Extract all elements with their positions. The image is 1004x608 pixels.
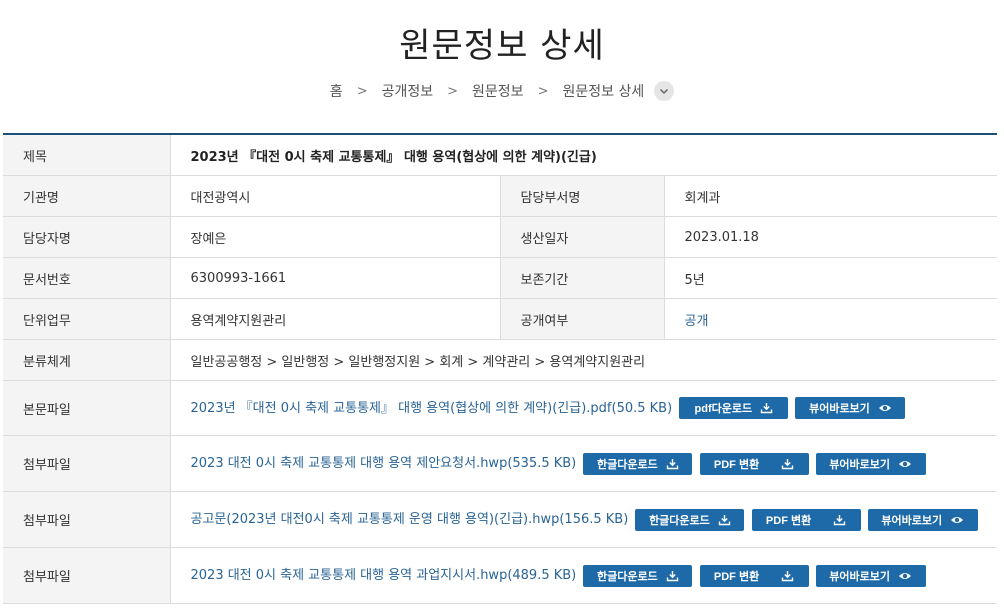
breadcrumb-separator: > (356, 83, 368, 99)
pdf-convert-label: PDF 변환 (713, 458, 760, 471)
viewer-button[interactable]: 뷰어바로보기 (815, 452, 926, 475)
download-icon (760, 402, 773, 414)
viewer-label: 뷰어바로보기 (829, 458, 891, 471)
body-file-link[interactable]: 2023년 『대전 0시 축제 교통통제』 대행 용역(협상에 의한 계약)(긴… (191, 401, 673, 416)
attachment-cell: 2023 대전 0시 축제 교통통제 대행 용역 제안요청서.hwp(535.5… (169, 435, 998, 492)
hwp-download-label: 한글다운로드 (649, 514, 710, 527)
page-title: 원문정보 상세 (399, 26, 605, 66)
body-file-cell: 2023년 『대전 0시 축제 교통통제』 대행 용역(협상에 의한 계약)(긴… (169, 380, 998, 436)
viewer-label: 뷰어바로보기 (881, 514, 943, 527)
breadcrumb-public-info[interactable]: 공개정보 (382, 81, 434, 101)
pdf-convert-button[interactable]: PDF 변환 (751, 508, 861, 531)
breadcrumb-current: 원문정보 상세 (562, 84, 645, 100)
attachment-link[interactable]: 공고문(2023년 대전0시 축제 교통통제 운영 대행 용역)(긴급).hwp… (191, 512, 629, 527)
download-icon (833, 514, 846, 526)
attachment-link[interactable]: 2023 대전 0시 축제 교통통제 대행 용역 제안요청서.hwp(535.5… (191, 456, 577, 471)
viewer-label: 뷰어바로보기 (809, 403, 870, 416)
table-row: 첨부파일 2023 대전 0시 축제 교통통제 대행 용역 과업지시서.hwp(… (3, 547, 998, 604)
org-value: 대전광역시 (169, 175, 500, 217)
disclosure-value: 공개 (663, 298, 998, 340)
hwp-download-button[interactable]: 한글다운로드 (583, 452, 693, 475)
table-row: 첨부파일 공고문(2023년 대전0시 축제 교통통제 운영 대행 용역)(긴급… (3, 491, 998, 548)
download-icon (666, 458, 679, 470)
retention-value: 5년 (663, 257, 998, 299)
download-icon (718, 514, 731, 526)
pdf-convert-button[interactable]: PDF 변환 (699, 564, 809, 587)
download-icon (781, 458, 794, 470)
hwp-download-label: 한글다운로드 (597, 458, 658, 471)
attachment-label: 첨부파일 (3, 491, 170, 548)
attachment-label: 첨부파일 (3, 547, 170, 604)
disclosure-label: 공개여부 (499, 298, 664, 340)
task-value: 용역계약지원관리 (169, 298, 500, 340)
eye-icon (878, 403, 892, 413)
breadcrumb-original-info[interactable]: 원문정보 (472, 81, 524, 101)
viewer-button[interactable]: 뷰어바로보기 (815, 564, 926, 587)
attachment-link[interactable]: 2023 대전 0시 축제 교통통제 대행 용역 과업지시서.hwp(489.5… (191, 568, 577, 583)
body-file-label: 본문파일 (3, 380, 170, 436)
retention-label: 보존기간 (499, 257, 664, 299)
dept-label: 담당부서명 (499, 175, 664, 217)
pdf-download-button[interactable]: pdf다운로드 (679, 397, 789, 420)
pdf-convert-label: PDF 변환 (713, 570, 760, 583)
detail-table: 제목 2023년 『대전 0시 축제 교통통제』 대행 용역(협상에 의한 계약… (3, 133, 998, 604)
breadcrumb: 홈 > 공개정보 > 원문정보 > 원문정보 상세 (0, 79, 1004, 103)
table-row: 제목 2023년 『대전 0시 축제 교통통제』 대행 용역(협상에 의한 계약… (3, 134, 998, 176)
manager-label: 담당자명 (3, 216, 170, 258)
table-row: 첨부파일 2023 대전 0시 축제 교통통제 대행 용역 제안요청서.hwp(… (3, 435, 998, 492)
date-label: 생산일자 (499, 216, 664, 258)
pdf-convert-button[interactable]: PDF 변환 (699, 452, 809, 475)
classification-value: 일반공공행정 > 일반행정 > 일반행정지원 > 회계 > 계약관리 > 용역계… (169, 339, 998, 381)
hwp-download-button[interactable]: 한글다운로드 (583, 564, 693, 587)
table-row: 본문파일 2023년 『대전 0시 축제 교통통제』 대행 용역(협상에 의한 … (3, 380, 998, 436)
viewer-button[interactable]: 뷰어바로보기 (867, 508, 978, 531)
download-icon (666, 570, 679, 582)
download-icon (781, 570, 794, 582)
hwp-download-label: 한글다운로드 (597, 570, 658, 583)
date-value: 2023.01.18 (663, 216, 998, 258)
docno-label: 문서번호 (3, 257, 170, 299)
table-row: 문서번호 6300993-1661 보존기간 5년 (3, 257, 998, 299)
org-label: 기관명 (3, 175, 170, 217)
attachment-cell: 2023 대전 0시 축제 교통통제 대행 용역 과업지시서.hwp(489.5… (169, 547, 998, 604)
table-row: 단위업무 용역계약지원관리 공개여부 공개 (3, 298, 998, 340)
eye-icon (898, 571, 912, 581)
breadcrumb-separator: > (537, 83, 549, 99)
attachment-label: 첨부파일 (3, 435, 170, 492)
title-value: 2023년 『대전 0시 축제 교통통제』 대행 용역(협상에 의한 계약)(긴… (169, 134, 998, 176)
pdf-download-label: pdf다운로드 (694, 403, 753, 416)
attachment-cell: 공고문(2023년 대전0시 축제 교통통제 운영 대행 용역)(긴급).hwp… (169, 491, 998, 548)
eye-icon (898, 459, 912, 469)
chevron-down-icon[interactable] (654, 81, 675, 101)
docno-value: 6300993-1661 (169, 257, 500, 299)
breadcrumb-home[interactable]: 홈 (330, 81, 343, 101)
eye-icon (950, 515, 964, 525)
dept-value: 회계과 (663, 175, 998, 217)
breadcrumb-separator: > (447, 83, 459, 99)
task-label: 단위업무 (3, 298, 170, 340)
viewer-button[interactable]: 뷰어바로보기 (795, 397, 906, 420)
manager-value: 장예은 (169, 216, 500, 258)
table-row: 담당자명 장예은 생산일자 2023.01.18 (3, 216, 998, 258)
title-label: 제목 (3, 134, 170, 176)
hwp-download-button[interactable]: 한글다운로드 (635, 508, 745, 531)
classification-label: 분류체계 (3, 339, 170, 381)
table-row: 분류체계 일반공공행정 > 일반행정 > 일반행정지원 > 회계 > 계약관리 … (3, 339, 998, 381)
table-row: 기관명 대전광역시 담당부서명 회계과 (3, 175, 998, 217)
pdf-convert-label: PDF 변환 (765, 514, 812, 527)
viewer-label: 뷰어바로보기 (829, 570, 891, 583)
